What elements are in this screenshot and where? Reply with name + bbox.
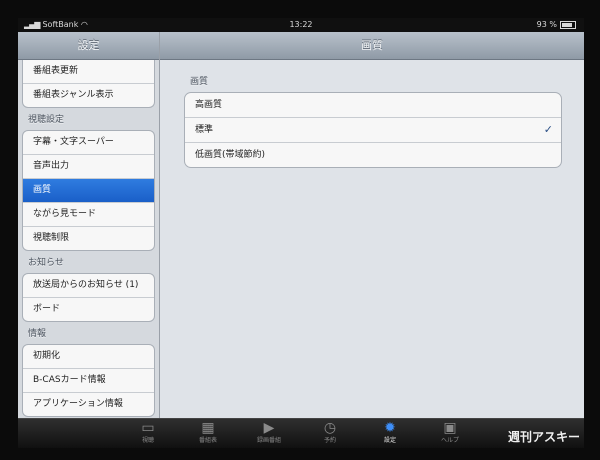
sidebar-item-nagara-mode[interactable]: ながら見モード	[23, 203, 154, 227]
publisher-watermark: 週刊アスキー	[507, 430, 580, 444]
group-info: 初期化 B-CASカード情報 アプリケーション情報	[22, 344, 155, 417]
quality-options: 高画質 標準 ✓ 低画質(帯域節約)	[184, 92, 562, 168]
gear-icon: ✹	[384, 420, 396, 436]
sidebar-item-audio-output[interactable]: 音声出力	[23, 155, 154, 179]
section-header-notice: お知らせ	[28, 258, 64, 268]
status-bar: ▂▄▆ SoftBank ◠ 13:22 93 %	[18, 18, 584, 32]
sidebar-item-subtitles[interactable]: 字幕・文字スーパー	[23, 131, 154, 155]
sidebar-item-app-info[interactable]: アプリケーション情報	[23, 393, 154, 416]
settings-sidebar: 設定 番組表更新 番組表ジャンル表示 視聴設定 字幕・文字スーパー 音声出力 画…	[18, 32, 160, 418]
group-viewing: 字幕・文字スーパー 音声出力 画質 ながら見モード 視聴制限	[22, 130, 155, 251]
sidebar-item-board[interactable]: ボード	[23, 298, 154, 321]
sidebar-item-bcas-info[interactable]: B-CASカード情報	[23, 369, 154, 393]
tab-help[interactable]: ▣ ヘルプ	[420, 419, 480, 448]
group-program-guide: 番組表更新 番組表ジャンル表示	[22, 60, 155, 108]
battery: 93 %	[537, 20, 576, 29]
tab-program-guide[interactable]: ▦ 番組表	[178, 419, 238, 448]
detail-section-header: 画質	[190, 77, 209, 87]
sidebar-item-guide-update[interactable]: 番組表更新	[23, 60, 154, 84]
grid-icon: ▦	[201, 420, 215, 436]
sidebar-item-restriction[interactable]: 視聴制限	[23, 227, 154, 250]
checkmark-icon: ✓	[543, 123, 553, 136]
tab-reservations[interactable]: ◷ 予約	[300, 419, 360, 448]
section-header-info: 情報	[28, 329, 47, 339]
sidebar-title: 設定	[18, 32, 159, 60]
sidebar-item-reset[interactable]: 初期化	[23, 345, 154, 369]
quality-option-high[interactable]: 高画質	[185, 93, 561, 118]
tab-watch[interactable]: ▭ 視聴	[118, 419, 178, 448]
battery-icon	[560, 20, 576, 29]
tv-icon: ▭	[141, 420, 155, 436]
quality-option-low[interactable]: 低画質(帯域節約)	[185, 143, 561, 167]
sidebar-item-quality[interactable]: 画質	[23, 179, 154, 203]
tab-settings[interactable]: ✹ 設定	[360, 419, 420, 448]
tab-recordings[interactable]: ▶ 録画番組	[239, 419, 299, 448]
detail-title: 画質	[160, 32, 584, 60]
group-notice: 放送局からのお知らせ (1) ボード	[22, 273, 155, 322]
ipad-screen: ▂▄▆ SoftBank ◠ 13:22 93 % 設定 番組表更新 番組表ジャン…	[18, 18, 584, 448]
quality-detail-pane: 画質 画質 高画質 標準 ✓ 低画質(帯域節約)	[160, 32, 584, 418]
quality-option-standard[interactable]: 標準 ✓	[185, 118, 561, 143]
play-icon: ▶	[263, 420, 275, 436]
sidebar-item-genre-display[interactable]: 番組表ジャンル表示	[23, 84, 154, 107]
help-icon: ▣	[443, 420, 457, 436]
sidebar-item-broadcaster-notice[interactable]: 放送局からのお知らせ (1)	[23, 274, 154, 298]
section-header-viewing: 視聴設定	[28, 115, 65, 125]
clock-icon: ◷	[323, 420, 337, 436]
clock: 13:22	[289, 20, 313, 29]
tab-bar: ▭ 視聴 ▦ 番組表 ▶ 録画番組 ◷ 予約 ✹ 設定 ▣ ヘルプ	[18, 418, 584, 448]
